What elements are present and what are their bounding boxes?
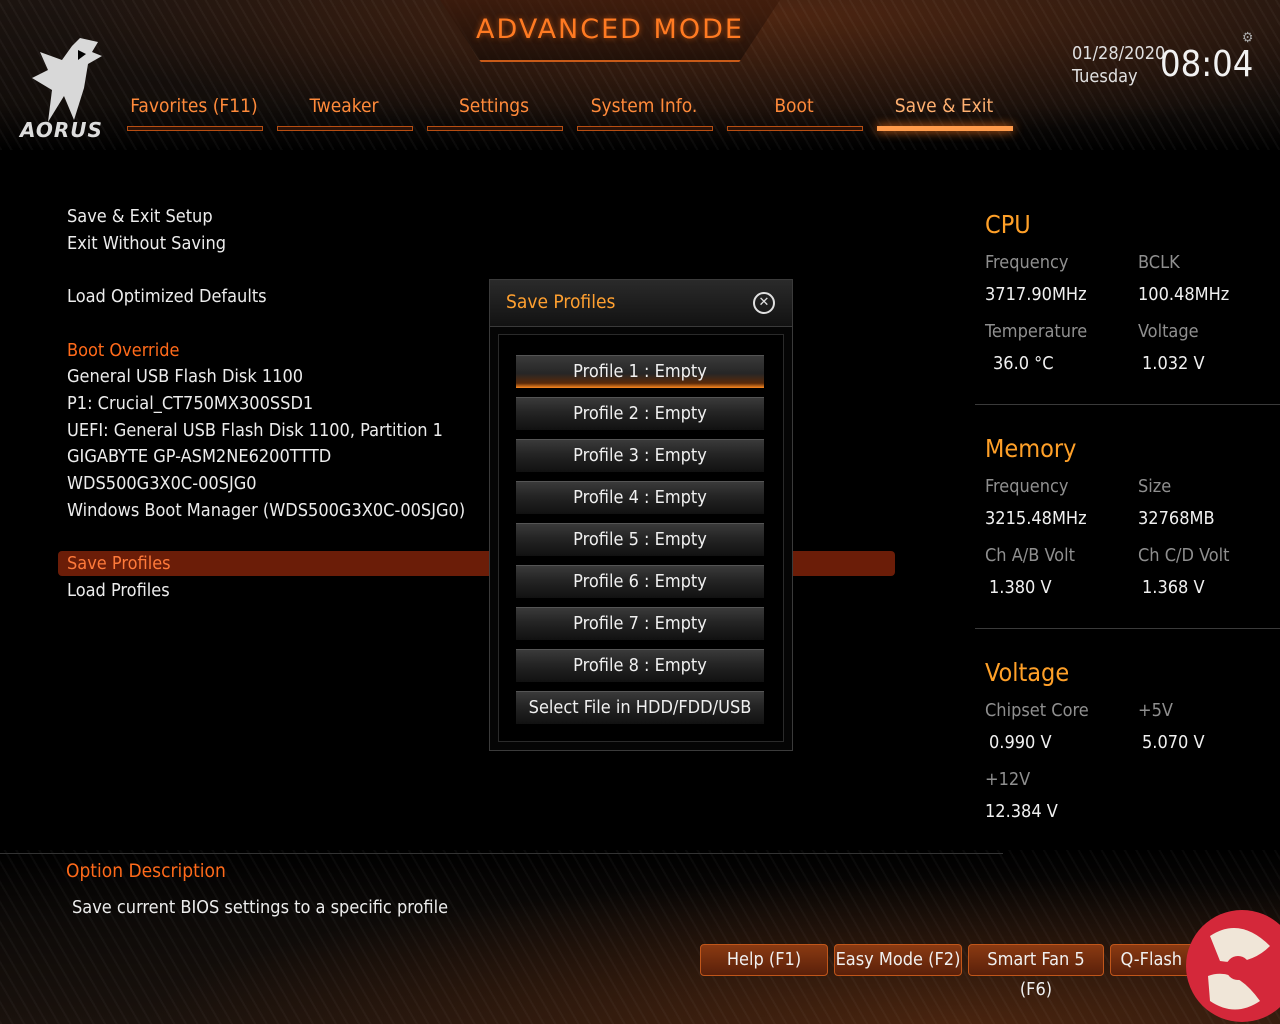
easy-mode-button[interactable]: Easy Mode (F2) [834, 944, 962, 976]
tab-settings[interactable]: Settings [427, 95, 561, 117]
dialog-title: Save Profiles [506, 291, 616, 313]
memory-chab-label: Ch A/B Volt [985, 545, 1075, 566]
profile-2-button[interactable]: Profile 2 : Empty [516, 397, 764, 430]
tab-underline [277, 126, 413, 131]
menu-load-optimized-defaults[interactable]: Load Optimized Defaults [67, 286, 267, 307]
memory-frequency-label: Frequency [985, 476, 1069, 497]
smart-fan-button[interactable]: Smart Fan 5 (F6) [968, 944, 1104, 1000]
profile-5-button[interactable]: Profile 5 : Empty [516, 523, 764, 556]
tab-favorites[interactable]: Favorites (F11) [127, 95, 261, 117]
option-description-heading: Option Description [66, 860, 226, 882]
menu-save-exit-setup[interactable]: Save & Exit Setup [67, 206, 213, 227]
menu-load-profiles[interactable]: Load Profiles [67, 580, 170, 601]
cpu-temperature-label: Temperature [985, 321, 1088, 342]
plus12v-label: +12V [985, 769, 1031, 790]
tab-underline-active [877, 126, 1013, 131]
memory-chcd-value: 1.368 V [1142, 577, 1205, 598]
boot-device-item[interactable]: Windows Boot Manager (WDS500G3X0C-00SJG0… [67, 500, 465, 521]
panel-divider [975, 404, 1280, 405]
tab-system-info[interactable]: System Info. [577, 95, 711, 117]
profile-6-button[interactable]: Profile 6 : Empty [516, 565, 764, 598]
select-file-button[interactable]: Select File in HDD/FDD/USB [516, 691, 764, 724]
cpu-voltage-value: 1.032 V [1142, 353, 1205, 374]
plus12v-value: 12.384 V [985, 801, 1058, 822]
save-profiles-dialog: Save Profiles ✕ Profile 1 : Empty Profil… [489, 279, 793, 751]
option-description-text: Save current BIOS settings to a specific… [72, 897, 449, 918]
tab-underline [577, 126, 713, 131]
memory-chcd-label: Ch C/D Volt [1138, 545, 1230, 566]
help-button[interactable]: Help (F1) [700, 944, 828, 976]
memory-heading: Memory [985, 434, 1077, 463]
cpu-bclk-value: 100.48MHz [1138, 284, 1230, 305]
chipset-core-label: Chipset Core [985, 700, 1089, 721]
menu-exit-without-saving[interactable]: Exit Without Saving [67, 233, 226, 254]
boot-device-item[interactable]: General USB Flash Disk 1100 [67, 366, 303, 387]
panel-divider [975, 628, 1280, 629]
cpu-frequency-value: 3717.90MHz [985, 284, 1087, 305]
boot-device-item[interactable]: UEFI: General USB Flash Disk 1100, Parti… [67, 420, 443, 441]
menu-save-profiles[interactable]: Save Profiles [67, 553, 171, 574]
tab-save-exit[interactable]: Save & Exit [877, 95, 1011, 117]
chipset-core-value: 0.990 V [989, 732, 1052, 753]
boot-device-item[interactable]: WDS500G3X0C-00SJG0 [67, 473, 257, 494]
day-display: Tuesday [1072, 66, 1138, 87]
cpu-bclk-label: BCLK [1138, 252, 1180, 273]
logo-text: AORUS [20, 118, 103, 142]
memory-size-value: 32768MB [1138, 508, 1215, 529]
settings-gear-icon[interactable]: ⚙ [1242, 30, 1253, 46]
close-icon[interactable]: ✕ [753, 292, 775, 314]
tab-underline [427, 126, 563, 131]
memory-frequency-value: 3215.48MHz [985, 508, 1087, 529]
boot-device-item[interactable]: P1: Crucial_CT750MX300SSD1 [67, 393, 313, 414]
date-display: 01/28/2020 [1072, 43, 1166, 64]
profile-8-button[interactable]: Profile 8 : Empty [516, 649, 764, 682]
cpu-temperature-value: 36.0 °C [993, 353, 1054, 374]
page-title: ADVANCED MODE [476, 14, 744, 45]
profile-7-button[interactable]: Profile 7 : Empty [516, 607, 764, 640]
time-display: 08:04 [1160, 44, 1254, 85]
watermark-logo [1186, 910, 1280, 1022]
boot-device-item[interactable]: GIGABYTE GP-ASM2NE6200TTTD [67, 446, 331, 467]
profile-3-button[interactable]: Profile 3 : Empty [516, 439, 764, 472]
tab-underline [127, 126, 263, 131]
boot-override-header: Boot Override [67, 340, 180, 361]
tab-boot[interactable]: Boot [727, 95, 861, 117]
memory-chab-value: 1.380 V [989, 577, 1052, 598]
cpu-heading: CPU [985, 210, 1031, 239]
profile-1-button[interactable]: Profile 1 : Empty [516, 355, 764, 388]
dialog-header: Save Profiles ✕ [490, 280, 792, 327]
tab-tweaker[interactable]: Tweaker [277, 95, 411, 117]
cpu-frequency-label: Frequency [985, 252, 1069, 273]
memory-size-label: Size [1138, 476, 1172, 497]
profile-4-button[interactable]: Profile 4 : Empty [516, 481, 764, 514]
plus5v-label: +5V [1138, 700, 1173, 721]
tab-underline [727, 126, 863, 131]
voltage-heading: Voltage [985, 658, 1070, 687]
description-divider [0, 853, 1003, 854]
plus5v-value: 5.070 V [1142, 732, 1205, 753]
cpu-voltage-label: Voltage [1138, 321, 1199, 342]
